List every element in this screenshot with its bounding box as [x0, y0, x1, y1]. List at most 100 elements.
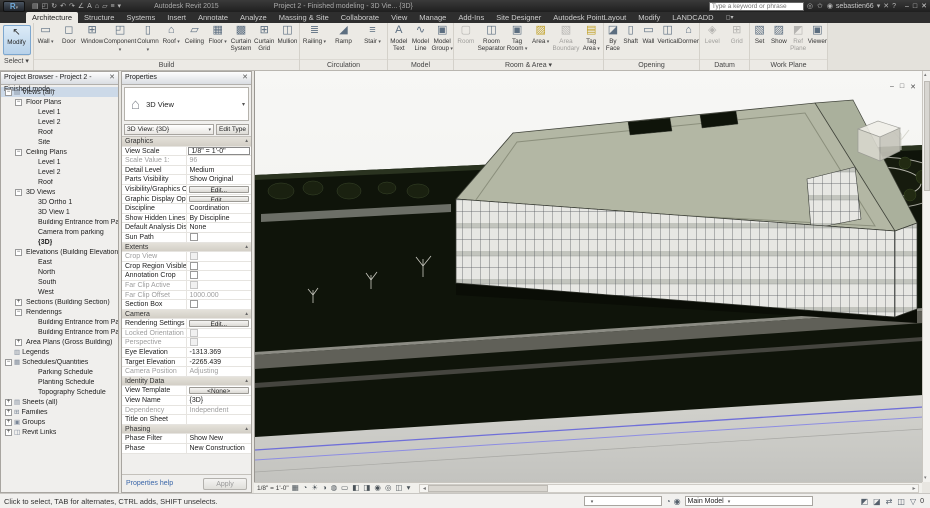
qat-icon[interactable]: ∠ [78, 1, 84, 12]
tree-item[interactable]: Roof [1, 177, 118, 187]
property-row[interactable]: Extents [122, 243, 251, 253]
ribbon-button[interactable]: ▭ Wall [34, 24, 57, 46]
view-control-icon[interactable]: ☀ [311, 483, 318, 493]
edit-type-button[interactable]: Edit Type [216, 124, 249, 135]
tree-expander-icon[interactable] [27, 169, 34, 176]
scrollbar-thumb[interactable] [428, 485, 548, 492]
property-row[interactable]: Scale Value 1: 96 [122, 156, 251, 166]
tree-item[interactable]: 3D View 1 [1, 207, 118, 217]
property-row[interactable]: Far Clip Offset 1000.000 [122, 291, 251, 301]
ribbon-tab[interactable]: Modify [632, 12, 666, 23]
tree-expander-icon[interactable] [27, 369, 34, 376]
ribbon-button[interactable]: ▨ Area [529, 24, 553, 46]
ribbon-button[interactable]: ⌂ Roof [160, 24, 183, 46]
property-row[interactable]: Graphic Display Opti... Edit... [122, 195, 251, 205]
tree-expander-icon[interactable] [27, 289, 34, 296]
ribbon-button[interactable]: ◩ Ref Plane [789, 24, 808, 52]
view-control-icon[interactable]: ◫ [396, 483, 403, 493]
vertical-scrollbar[interactable]: ▴ ▾ [922, 71, 930, 482]
design-options-combo[interactable]: Main Model [685, 496, 813, 506]
tree-item[interactable]: + ▤ Sheets (all) [1, 397, 118, 407]
tree-expander-icon[interactable] [5, 349, 12, 356]
status-toggle-icon[interactable]: ◫ [897, 497, 905, 506]
modify-button[interactable]: ↖ Modify [3, 25, 31, 55]
view-control-icon[interactable]: ▾ [407, 483, 411, 493]
scroll-down-icon[interactable]: ▾ [924, 475, 927, 481]
tree-item[interactable]: − Floor Plans [1, 97, 118, 107]
ribbon-tab[interactable]: Insert [161, 12, 192, 23]
panel-label-work-plane[interactable]: Work Plane [750, 59, 827, 70]
property-row[interactable]: Parts Visibility Show Original [122, 175, 251, 185]
window-control[interactable]: ✕ [921, 1, 927, 12]
tree-expander-icon[interactable] [27, 119, 34, 126]
ribbon-button[interactable]: ▱ Ceiling [183, 24, 206, 45]
ribbon-button[interactable]: ▦ Floor [206, 24, 229, 46]
tree-expander-icon[interactable] [27, 329, 34, 336]
tree-item[interactable]: − Elevations (Building Elevation) [1, 247, 118, 257]
tree-expander-icon[interactable] [27, 319, 34, 326]
tree-expander-icon[interactable] [27, 109, 34, 116]
view-control-icon[interactable]: ◍ [331, 483, 338, 493]
ribbon-button[interactable]: ▣ Model Group [431, 24, 453, 53]
tree-item[interactable]: Building Entrance from Parking Lot [1, 327, 118, 337]
ribbon-button[interactable]: ◫ Mullion [276, 24, 299, 45]
tree-expander-icon[interactable] [27, 259, 34, 266]
qat-icon[interactable]: A [87, 1, 92, 12]
qat-icon[interactable]: ≡ [110, 1, 114, 12]
property-row[interactable]: Far Clip Active [122, 281, 251, 291]
view-control-icon[interactable]: ◑ [322, 483, 327, 493]
tree-expander-icon[interactable] [27, 279, 34, 286]
tree-item[interactable]: + ▣ Groups [1, 417, 118, 427]
ribbon-button[interactable]: ▭ Wall [640, 24, 658, 45]
scroll-left-icon[interactable]: ◂ [420, 485, 428, 492]
ribbon-button[interactable]: ◻ Door [57, 24, 80, 45]
qat-icon[interactable]: ↻ [51, 1, 57, 12]
property-row[interactable]: Show Hidden Lines By Discipline [122, 214, 251, 224]
property-row[interactable]: Annotation Crop [122, 271, 251, 281]
ribbon-tab[interactable]: LANDCADD [666, 12, 719, 23]
tree-item[interactable]: Roof [1, 127, 118, 137]
ribbon-tab[interactable]: Add-Ins [452, 12, 490, 23]
tree-item[interactable]: Planting Schedule [1, 377, 118, 387]
ribbon-button[interactable]: A Model Text [388, 24, 410, 52]
qat-icon[interactable]: ▱ [102, 1, 107, 12]
tree-expander-icon[interactable]: + [5, 409, 12, 416]
ribbon-button[interactable]: ◫ Room Separator [478, 24, 506, 52]
ribbon-button[interactable]: ◈ Level [700, 24, 725, 45]
workset-icon[interactable]: ◉ [674, 497, 681, 506]
view-window-control[interactable]: ✕ [910, 83, 916, 91]
tree-item[interactable]: − ▦ Schedules/Quantities [1, 357, 118, 367]
ribbon-button[interactable]: ⌂ Dormer [678, 24, 699, 45]
scale-button[interactable]: 1/8" = 1'-0" [257, 485, 289, 492]
property-row[interactable]: Default Analysis Displ... None [122, 223, 251, 233]
infocenter-search-input[interactable] [709, 2, 804, 11]
tree-item[interactable]: Building Entrance from Parking Lot [1, 317, 118, 327]
horizontal-scrollbar[interactable]: ◂ ▸ [419, 484, 919, 493]
ribbon-tab[interactable]: Manage [413, 12, 452, 23]
tree-expander-icon[interactable] [27, 389, 34, 396]
property-row[interactable]: Camera Position Adjusting [122, 367, 251, 377]
building-model[interactable] [456, 100, 917, 323]
property-row[interactable]: Perspective [122, 338, 251, 348]
scroll-right-icon[interactable]: ▸ [910, 485, 918, 492]
tree-expander-icon[interactable] [27, 379, 34, 386]
scrollbar-thumb[interactable] [924, 81, 930, 191]
tree-item[interactable]: − Renderings [1, 307, 118, 317]
ribbon-button[interactable]: ▧ Area Boundary [552, 24, 579, 52]
tree-expander-icon[interactable]: + [15, 299, 22, 306]
property-row[interactable]: Detail Level Medium [122, 166, 251, 176]
property-row[interactable]: Phase New Construction [122, 444, 251, 454]
tree-expander-icon[interactable]: − [15, 149, 22, 156]
qat-icon[interactable]: ↷ [69, 1, 75, 12]
ribbon-button[interactable]: ⊞ Grid [725, 24, 750, 45]
tree-expander-icon[interactable] [27, 179, 34, 186]
ribbon-button[interactable]: ≣ Railing [300, 24, 329, 46]
qat-icon[interactable]: ▤ [32, 1, 39, 12]
tree-item[interactable]: + Area Plans (Gross Building) [1, 337, 118, 347]
tree-item[interactable]: South [1, 277, 118, 287]
ribbon-toggle-icon[interactable]: ◻▾ [726, 13, 734, 23]
infocenter-icon[interactable]: ◎ [807, 1, 813, 12]
ribbon-button[interactable]: ≡ Stair [358, 24, 387, 46]
tree-expander-icon[interactable] [27, 159, 34, 166]
view-control-icon[interactable]: ▦ [292, 483, 299, 493]
